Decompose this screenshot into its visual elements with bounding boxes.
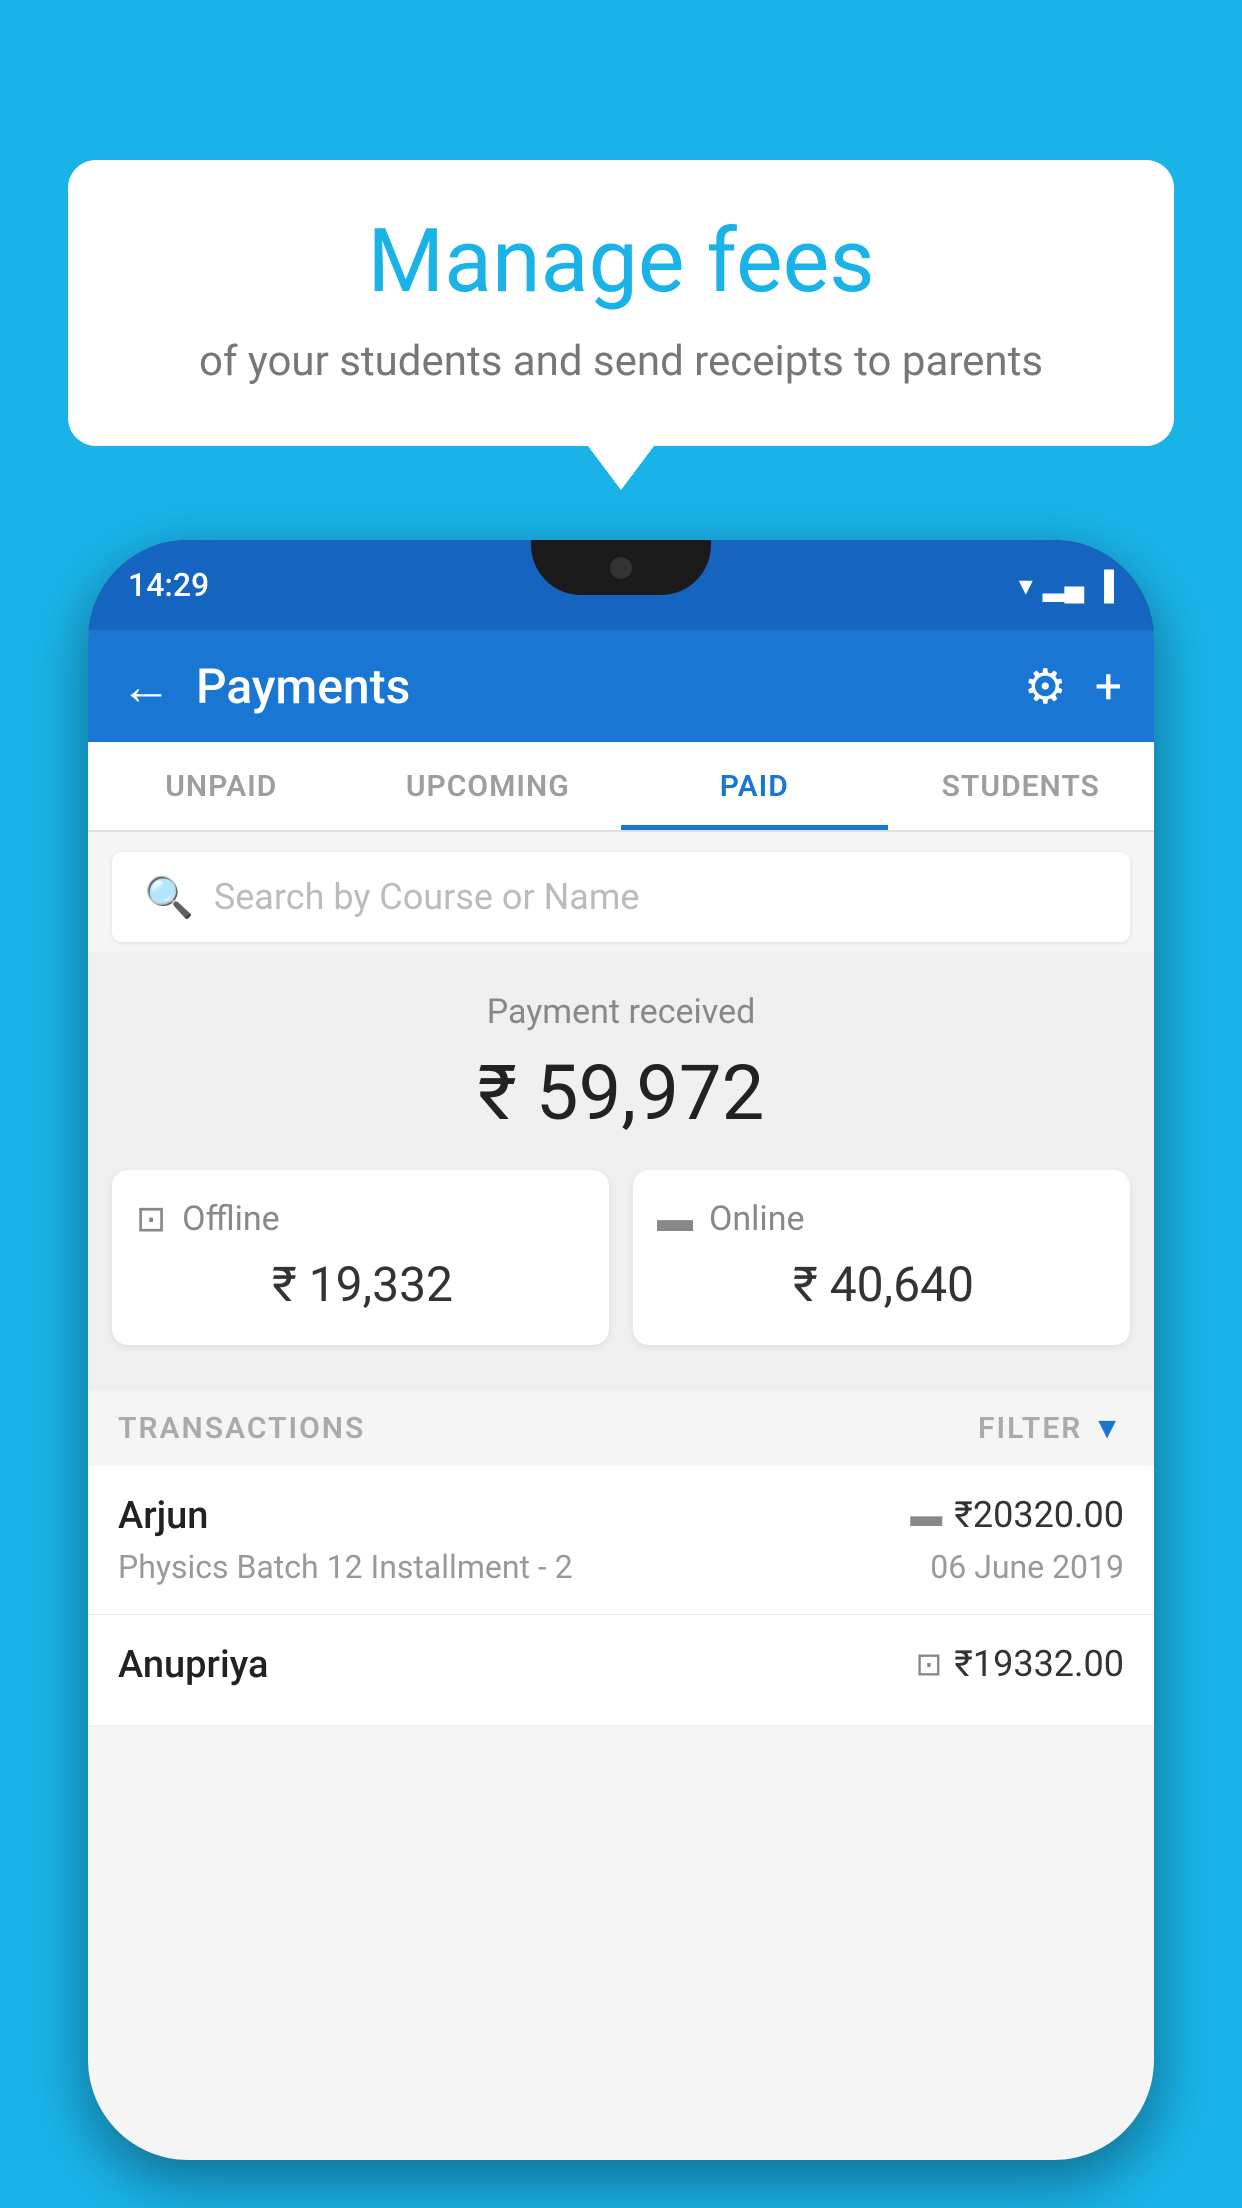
transaction-top: Anupriya ⊡ ₹19332.00 <box>118 1643 1124 1687</box>
phone-frame: 14:29 ▾ ▂▄ ▐ ← Payments ⚙ + UNPAID UPCOM… <box>88 540 1154 2160</box>
status-icons: ▾ ▂▄ ▐ <box>1019 569 1114 602</box>
status-bar: 14:29 ▾ ▂▄ ▐ <box>88 540 1154 630</box>
payment-label: Payment received <box>88 992 1154 1032</box>
transactions-label: TRANSACTIONS <box>118 1411 365 1446</box>
transaction-bottom: Physics Batch 12 Installment - 2 06 June… <box>118 1548 1124 1586</box>
offline-amount: ₹ 19,332 <box>136 1256 585 1313</box>
phone-notch <box>531 540 711 595</box>
status-time: 14:29 <box>128 566 209 604</box>
payment-amount: ₹ 59,972 <box>88 1048 1154 1138</box>
offline-label: Offline <box>182 1199 279 1239</box>
online-icon: ▬ <box>657 1198 693 1240</box>
table-row[interactable]: Arjun ▬ ₹20320.00 Physics Batch 12 Insta… <box>88 1466 1154 1615</box>
transaction-amount-wrap: ⊡ ₹19332.00 <box>915 1643 1124 1685</box>
wifi-icon: ▾ <box>1019 569 1033 602</box>
transaction-name: Anupriya <box>118 1643 268 1687</box>
camera <box>610 557 632 579</box>
app-bar: ← Payments ⚙ + <box>88 630 1154 742</box>
transaction-date: 06 June 2019 <box>930 1548 1124 1586</box>
signal-icon: ▂▄ <box>1043 569 1084 602</box>
filter-icon: ▼ <box>1092 1411 1124 1446</box>
transaction-course: Physics Batch 12 Installment - 2 <box>118 1548 573 1586</box>
speech-bubble: Manage fees of your students and send re… <box>68 160 1174 446</box>
table-row[interactable]: Anupriya ⊡ ₹19332.00 <box>88 1615 1154 1726</box>
filter-label: FILTER <box>978 1411 1082 1446</box>
search-input[interactable]: Search by Course or Name <box>214 876 640 918</box>
filter-button[interactable]: FILTER ▼ <box>978 1411 1124 1446</box>
tabs: UNPAID UPCOMING PAID STUDENTS <box>88 742 1154 832</box>
settings-icon[interactable]: ⚙ <box>1024 658 1067 715</box>
transaction-amount: ₹19332.00 <box>954 1643 1124 1685</box>
online-card: ▬ Online ₹ 40,640 <box>633 1170 1130 1345</box>
transaction-amount: ₹20320.00 <box>954 1494 1124 1536</box>
offline-icon: ⊡ <box>136 1198 166 1240</box>
tab-paid[interactable]: PAID <box>621 742 888 830</box>
transaction-name: Arjun <box>118 1494 208 1538</box>
payment-summary: Payment received ₹ 59,972 ⊡ Offline ₹ 19… <box>88 952 1154 1391</box>
tab-unpaid[interactable]: UNPAID <box>88 742 355 830</box>
app-bar-actions: ⚙ + <box>1024 658 1122 715</box>
online-amount: ₹ 40,640 <box>657 1256 1106 1313</box>
bubble-subtitle: of your students and send receipts to pa… <box>128 337 1114 386</box>
screen-title: Payments <box>196 658 1024 715</box>
add-icon[interactable]: + <box>1095 658 1122 715</box>
screen: ← Payments ⚙ + UNPAID UPCOMING PAID STUD… <box>88 630 1154 2160</box>
tab-upcoming[interactable]: UPCOMING <box>355 742 622 830</box>
payment-cards: ⊡ Offline ₹ 19,332 ▬ Online ₹ 40,640 <box>88 1170 1154 1345</box>
online-label: Online <box>709 1199 805 1239</box>
tab-students[interactable]: STUDENTS <box>888 742 1155 830</box>
transaction-amount-icon: ⊡ <box>915 1645 942 1683</box>
search-icon: 🔍 <box>144 874 194 921</box>
bubble-title: Manage fees <box>128 210 1114 313</box>
online-card-header: ▬ Online <box>657 1198 1106 1240</box>
transaction-top: Arjun ▬ ₹20320.00 <box>118 1494 1124 1538</box>
transactions-header: TRANSACTIONS FILTER ▼ <box>88 1391 1154 1466</box>
offline-card-header: ⊡ Offline <box>136 1198 585 1240</box>
back-button[interactable]: ← <box>120 656 172 717</box>
offline-card: ⊡ Offline ₹ 19,332 <box>112 1170 609 1345</box>
transaction-amount-wrap: ▬ ₹20320.00 <box>910 1494 1124 1536</box>
battery-icon: ▐ <box>1094 569 1114 602</box>
search-bar[interactable]: 🔍 Search by Course or Name <box>112 852 1130 942</box>
transaction-amount-icon: ▬ <box>910 1496 942 1534</box>
